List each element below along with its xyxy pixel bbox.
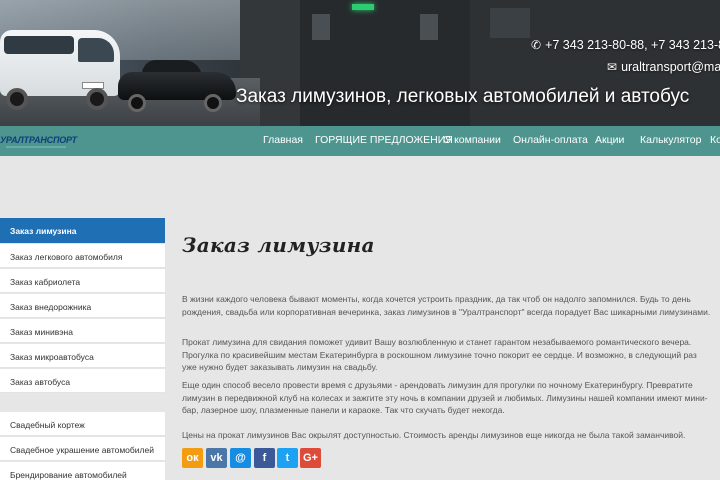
sidebar-item-cabriolet[interactable]: Заказ кабриолета bbox=[0, 269, 165, 293]
sidebar-item-branding[interactable]: Брендирование автомобилей bbox=[0, 462, 165, 480]
sidebar-item-car[interactable]: Заказ легкового автомобиля bbox=[0, 244, 165, 268]
header-email[interactable]: ✉ uraltransport@ma bbox=[607, 60, 720, 74]
nav-item-contacts[interactable]: Ко bbox=[710, 134, 720, 146]
traffic-light bbox=[352, 4, 374, 10]
header-phone[interactable]: ✆ +7 343 213-80-88, +7 343 213-8 bbox=[531, 38, 720, 52]
sidebar-item-minivan[interactable]: Заказ минивэна bbox=[0, 319, 165, 343]
nav-item-about[interactable]: О компании bbox=[443, 134, 501, 146]
content-paragraph: Прокат лимузина для свидания поможет уди… bbox=[182, 337, 697, 372]
sidebar-item-limousine[interactable]: Заказ лимузина bbox=[0, 218, 165, 244]
site-logo[interactable]: УРАЛТРАНСПОРТ bbox=[0, 126, 77, 156]
sidebar-item-suv[interactable]: Заказ внедорожника bbox=[0, 294, 165, 318]
googleplus-icon[interactable]: G+ bbox=[300, 448, 321, 468]
page-title: Заказ лимузина bbox=[182, 233, 375, 257]
banner-window bbox=[312, 14, 330, 40]
logo-text: УРАЛТРАНСПОРТ bbox=[0, 135, 77, 145]
header-phone-text[interactable]: +7 343 213-80-88, +7 343 213-8 bbox=[545, 38, 720, 52]
sidebar-item-wedding-decoration[interactable]: Свадебное украшение автомобилей bbox=[0, 437, 165, 461]
header-banner: ✆ +7 343 213-80-88, +7 343 213-8 ✉ uraltra… bbox=[0, 0, 720, 126]
sidebar-item-bus[interactable]: Заказ автобуса bbox=[0, 369, 165, 393]
banner-window bbox=[420, 14, 438, 40]
nav-item-promotions[interactable]: Акции bbox=[595, 134, 624, 146]
content-paragraph: Цены на прокат лимузинов Вас окрылят дос… bbox=[182, 430, 686, 440]
header-email-text[interactable]: uraltransport@ma bbox=[621, 60, 720, 74]
sidebar-item-minibus[interactable]: Заказ микроавтобуса bbox=[0, 344, 165, 368]
envelope-icon: ✉ bbox=[607, 60, 618, 74]
sedan-image bbox=[118, 58, 236, 112]
facebook-icon[interactable]: f bbox=[254, 448, 275, 468]
mailru-icon[interactable]: @ bbox=[230, 448, 251, 468]
phone-icon: ✆ bbox=[531, 38, 542, 52]
nav-item-calculator[interactable]: Калькулятор bbox=[640, 134, 701, 146]
odnoklassniki-icon[interactable]: ок bbox=[182, 448, 203, 468]
nav-item-home[interactable]: Главная bbox=[263, 134, 303, 146]
minibus-image bbox=[0, 24, 122, 110]
content-paragraph: Еще один способ весело провести время с … bbox=[182, 380, 708, 415]
main-navigation: УРАЛТРАНСПОРТ Главная ГОРЯЩИЕ ПРЕДЛОЖЕНИ… bbox=[0, 126, 720, 156]
banner-window bbox=[490, 8, 530, 38]
content-paragraph: В жизни каждого человека бывают моменты,… bbox=[182, 294, 711, 317]
sidebar-item-wedding-cortege[interactable]: Свадебный кортеж bbox=[0, 412, 165, 436]
nav-item-hot-offers[interactable]: ГОРЯЩИЕ ПРЕДЛОЖЕНИЯ bbox=[315, 134, 453, 146]
header-slogan: Заказ лимузинов, легковых автомобилей и … bbox=[236, 86, 690, 107]
vkontakte-icon[interactable]: vk bbox=[206, 448, 227, 468]
logo-underline bbox=[6, 146, 66, 148]
nav-item-online-payment[interactable]: Онлайн-оплата bbox=[513, 134, 588, 146]
twitter-icon[interactable]: t bbox=[277, 448, 298, 468]
